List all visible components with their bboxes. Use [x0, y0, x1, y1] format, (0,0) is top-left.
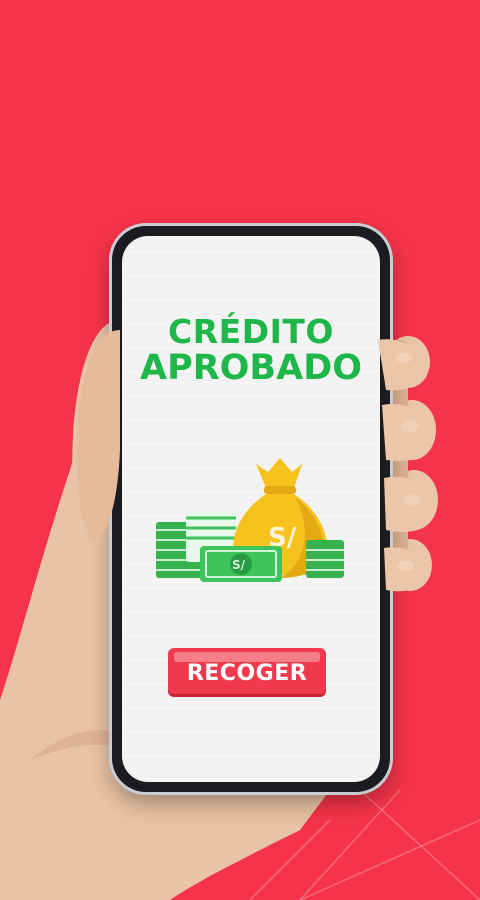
phone-side-button	[391, 346, 394, 390]
banknote-icon: S/	[200, 546, 282, 582]
recoger-button[interactable]: RECOGER	[168, 648, 326, 694]
title-line-1: CRÉDITO	[168, 312, 334, 351]
credit-approved-title: CRÉDITO APROBADO	[122, 312, 380, 388]
note-currency-symbol: S/	[232, 558, 246, 572]
money-illustration: S/ S/	[156, 458, 344, 582]
phone-screen: CRÉDITO APROBADO S/ S/ RECOGER	[122, 236, 380, 782]
phone: CRÉDITO APROBADO S/ S/ RECOGER	[112, 226, 394, 792]
title-line-2: APROBADO	[139, 348, 362, 388]
recoger-button-label: RECOGER	[186, 660, 308, 686]
